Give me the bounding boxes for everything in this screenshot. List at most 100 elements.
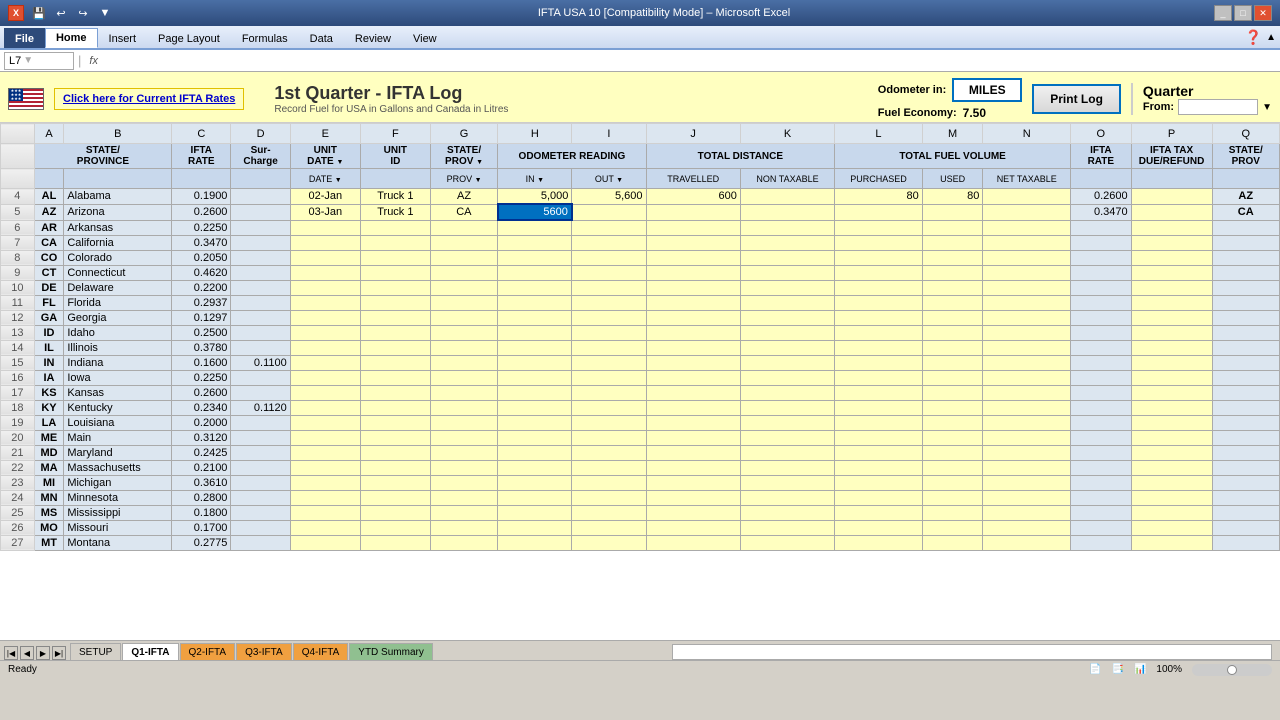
zoom-slider[interactable] [1192, 664, 1272, 676]
tab-insert[interactable]: Insert [98, 28, 148, 48]
ifta-rate-cell: 0.2600 [172, 204, 231, 220]
tab-first-btn[interactable]: |◀ [4, 646, 18, 660]
header-row-2: DATE ▼ PROV ▼ IN ▼ OUT ▼ TRAVELLED NON T… [1, 169, 1280, 189]
close-btn[interactable]: ✕ [1254, 5, 1272, 21]
surcharge-cell [231, 430, 290, 445]
travelled-header: TRAVELLED [646, 169, 740, 189]
maximize-btn[interactable]: □ [1234, 5, 1252, 21]
tab-q3-ifta[interactable]: Q3-IFTA [236, 643, 292, 660]
surcharge-cell [231, 295, 290, 310]
tab-file[interactable]: File [4, 28, 45, 48]
fuel-economy-label: Fuel Economy: [878, 107, 957, 119]
table-row: 4ALAlabama0.190002-JanTruck 1AZ5,0005,60… [1, 189, 1280, 205]
state-name: Mississippi [64, 505, 172, 520]
ifta-rate-cell: 0.2425 [172, 445, 231, 460]
qat-more[interactable]: ▼ [96, 4, 114, 22]
state-name: Montana [64, 535, 172, 550]
table-row: 10DEDelaware0.2200 [1, 280, 1280, 295]
ifta-rate-cell: 0.2937 [172, 295, 231, 310]
print-log-button[interactable]: Print Log [1032, 84, 1121, 114]
state-name: Maryland [64, 445, 172, 460]
view-pagebreak-btn[interactable]: 📊 [1134, 664, 1146, 675]
ifta-rate-cell: 0.2250 [172, 220, 231, 235]
scroll-area[interactable] [672, 644, 1272, 660]
ifta-rate-cell: 0.2600 [172, 385, 231, 400]
state-prov-sub-header: PROV ▼ [430, 169, 497, 189]
ifta-rate-cell: 0.2340 [172, 400, 231, 415]
qat-save[interactable]: 💾 [30, 4, 48, 22]
surcharge-cell [231, 340, 290, 355]
ifta-rates-link[interactable]: Click here for Current IFTA Rates [54, 88, 244, 110]
tab-q4-ifta[interactable]: Q4-IFTA [293, 643, 349, 660]
view-normal-btn[interactable]: 📄 [1089, 664, 1101, 675]
ifta-rate-right-header: IFTARATE [1071, 144, 1132, 169]
column-header-row: A B C D E F G H I J K L M N O P Q [1, 124, 1280, 144]
col-h-header: H [498, 124, 572, 144]
tab-ytd-summary[interactable]: YTD Summary [349, 643, 433, 660]
odometer-reading-header: ODOMETER READING [498, 144, 646, 169]
tab-review[interactable]: Review [344, 28, 402, 48]
table-row: 17KSKansas0.2600 [1, 385, 1280, 400]
table-row: 13IDIdaho0.2500 [1, 325, 1280, 340]
col-c-header: C [172, 124, 231, 144]
state-code: AR [34, 220, 64, 235]
tab-prev-btn[interactable]: ◀ [20, 646, 34, 660]
table-row: 20MEMain0.3120 [1, 430, 1280, 445]
surcharge-cell [231, 460, 290, 475]
qat-undo[interactable]: ↩ [52, 4, 70, 22]
ifta-rate-cell: 0.1700 [172, 520, 231, 535]
state-name: Delaware [64, 280, 172, 295]
surcharge-header: Sur-Charge [231, 144, 290, 169]
tab-q1-ifta[interactable]: Q1-IFTA [122, 643, 178, 660]
ribbon-tabs: File Home Insert Page Layout Formulas Da… [0, 26, 1280, 48]
surcharge-cell [231, 280, 290, 295]
state-code: AZ [34, 204, 64, 220]
col-m-header: M [922, 124, 983, 144]
tab-data[interactable]: Data [299, 28, 344, 48]
tab-pagelayout[interactable]: Page Layout [147, 28, 231, 48]
page-title: 1st Quarter - IFTA Log [274, 83, 508, 104]
surcharge-cell: 0.1120 [231, 400, 290, 415]
surcharge-cell [231, 385, 290, 400]
state-province-header: STATE/PROVINCE [34, 144, 171, 169]
non-taxable-header: NON TAXABLE [740, 169, 834, 189]
selected-cell[interactable]: 5600 [498, 204, 572, 220]
tab-q2-ifta[interactable]: Q2-IFTA [180, 643, 236, 660]
ifta-rate-cell: 0.2100 [172, 460, 231, 475]
quarter-from-input[interactable] [1178, 99, 1258, 115]
state-name: Colorado [64, 250, 172, 265]
table-row: 23MIMichigan0.3610 [1, 475, 1280, 490]
quarter-dropdown-arrow[interactable]: ▼ [1262, 102, 1272, 113]
help-btn[interactable]: ❓ [1245, 29, 1262, 46]
ifta-rate-header: IFTARATE [172, 144, 231, 169]
cell-reference-box[interactable]: L7 ▼ [4, 52, 74, 70]
table-row: 11FLFlorida0.2937 [1, 295, 1280, 310]
state-name: Illinois [64, 340, 172, 355]
minimize-ribbon-btn[interactable]: ▲ [1266, 32, 1276, 43]
tab-next-btn[interactable]: ▶ [36, 646, 50, 660]
total-distance-header: TOTAL DISTANCE [646, 144, 835, 169]
minimize-btn[interactable]: _ [1214, 5, 1232, 21]
col-e-header: E [290, 124, 360, 144]
tab-home[interactable]: Home [45, 28, 98, 48]
state-name: Missouri [64, 520, 172, 535]
tab-last-btn[interactable]: ▶| [52, 646, 66, 660]
state-name: Florida [64, 295, 172, 310]
col-l-header: L [835, 124, 923, 144]
ifta-rate-cell: 0.2250 [172, 370, 231, 385]
state-code: MS [34, 505, 64, 520]
ifta-rate-cell: 0.2200 [172, 280, 231, 295]
ifta-rate-cell: 0.3780 [172, 340, 231, 355]
ifta-rate-cell: 0.4620 [172, 265, 231, 280]
odometer-label: Odometer in: [878, 84, 946, 96]
col-n-header: N [983, 124, 1071, 144]
state-code: MI [34, 475, 64, 490]
view-layout-btn[interactable]: 📑 [1112, 664, 1124, 675]
tab-setup[interactable]: SETUP [70, 643, 121, 660]
qat-redo[interactable]: ↪ [74, 4, 92, 22]
odo-in-header: IN ▼ [498, 169, 572, 189]
tab-view[interactable]: View [402, 28, 448, 48]
formula-input[interactable] [106, 52, 1276, 70]
tab-formulas[interactable]: Formulas [231, 28, 299, 48]
surcharge-cell [231, 370, 290, 385]
